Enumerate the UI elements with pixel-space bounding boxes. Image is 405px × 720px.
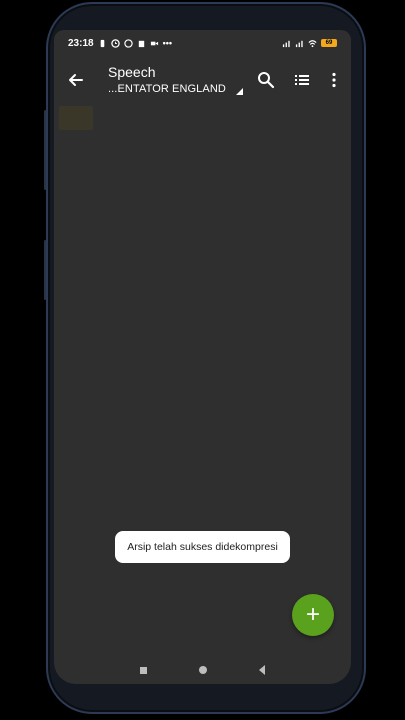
battery-icon: 69	[321, 39, 337, 47]
more-vert-icon[interactable]	[324, 70, 344, 90]
status-left: 23:18 •••	[68, 38, 172, 49]
wifi-icon	[308, 39, 317, 47]
home-button[interactable]	[199, 666, 207, 674]
path-subtitle[interactable]: ...ENTATOR ENGLAND	[108, 83, 226, 95]
dropdown-triangle-icon[interactable]	[236, 88, 243, 95]
battery-level: 69	[325, 40, 333, 46]
list-view-icon[interactable]	[292, 70, 312, 90]
signal-icon	[282, 40, 290, 47]
app-bar: Speech ...ENTATOR ENGLAND	[54, 56, 351, 106]
alarm-icon	[110, 38, 120, 48]
more-dots-icon: •••	[162, 38, 173, 48]
back-arrow-icon[interactable]	[66, 70, 86, 90]
system-nav-bar	[54, 656, 351, 684]
page-title: Speech	[108, 64, 156, 80]
folder-item[interactable]	[59, 106, 93, 130]
signal-icon	[295, 40, 303, 47]
vibrate-icon	[100, 39, 104, 47]
status-time: 23:18	[68, 37, 94, 49]
recents-button[interactable]	[140, 666, 147, 674]
video-icon	[150, 41, 158, 45]
toast-message: Arsip telah sukses didekompresi	[115, 531, 290, 563]
add-fab-button[interactable]: +	[292, 594, 334, 636]
status-bar: 23:18 ••• 69	[54, 30, 351, 56]
whatsapp-icon	[123, 38, 133, 48]
status-right: 69	[282, 39, 337, 48]
screen: 23:18 ••• 69 Speech ...ENTATOR ENGLAND A…	[54, 30, 351, 684]
notification-icon	[138, 40, 144, 47]
plus-icon: +	[305, 601, 320, 628]
search-icon[interactable]	[256, 70, 276, 90]
back-button[interactable]	[259, 665, 265, 675]
